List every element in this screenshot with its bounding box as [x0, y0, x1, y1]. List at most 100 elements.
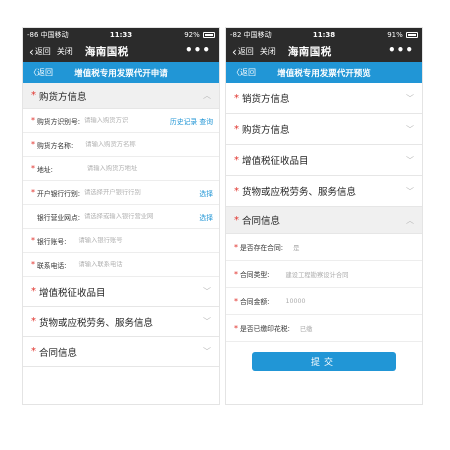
section-label: 货物或应税劳务、服务信息 — [242, 187, 357, 198]
wechat-title: 海南国税 — [84, 46, 129, 58]
wechat-back-button[interactable]: ‹ 返回 — [29, 46, 51, 58]
submit-area: 提交 — [226, 342, 422, 371]
field-label: 地址: — [37, 165, 53, 174]
right-phone-screen: -82 中国移动 11:38 91% ‹ 返回 关闭 海南国税 ••• 〈返回 … — [225, 27, 423, 405]
chevron-up-icon: ︿ — [406, 215, 414, 225]
field-buyer-name: * 购货方名称: — [23, 133, 219, 157]
chevron-down-icon: ﹀ — [406, 186, 414, 196]
required-mark: * — [234, 92, 239, 104]
battery-icon — [203, 31, 215, 38]
wechat-back-button[interactable]: ‹ 返回 — [232, 46, 254, 58]
field-phone: * 联系电话: — [23, 253, 219, 277]
status-bar: -82 中国移动 11:38 91% — [226, 28, 422, 41]
address-input[interactable] — [86, 165, 213, 172]
field-bank-type: * 开户银行行别: 选择 — [23, 181, 219, 205]
section-contract-info[interactable]: * 合同信息 ﹀ — [23, 337, 219, 367]
chevron-down-icon: ﹀ — [406, 124, 414, 134]
history-query-link[interactable]: 历史记录 查询 — [170, 116, 213, 126]
wechat-nav-bar: ‹ 返回 关闭 海南国税 ••• — [226, 41, 422, 62]
stamp-tax-value: 已缴 — [299, 325, 313, 333]
bank-account-input[interactable] — [78, 237, 213, 244]
page-header: 〈返回 增值税专用发票代开申请 — [23, 62, 219, 83]
contract-type-value: 建设工程勘察设计合同 — [285, 271, 349, 279]
field-stamp-tax-paid: * 是否已缴印花税: 已缴 — [226, 315, 422, 342]
section-buyer-info[interactable]: * 购货方信息 ﹀ — [226, 114, 422, 145]
wechat-close-button[interactable]: 关闭 — [57, 46, 73, 57]
more-icon[interactable]: ••• — [185, 44, 211, 56]
field-label: 合同类型: — [240, 271, 270, 279]
page-back-button[interactable]: 〈返回 — [23, 67, 53, 78]
chevron-down-icon: ﹀ — [203, 347, 211, 356]
field-label: 银行营业网点: — [37, 213, 81, 222]
section-contract-info[interactable]: * 合同信息 ︿ — [226, 207, 422, 234]
page-header: 〈返回 增值税专用发票代开预览 — [226, 62, 422, 83]
section-goods-services[interactable]: * 货物或应税劳务、服务信息 ﹀ — [226, 176, 422, 207]
chevron-down-icon: ﹀ — [203, 287, 211, 296]
required-mark: * — [234, 185, 239, 197]
section-label: 货物或应税劳务、服务信息 — [39, 317, 154, 329]
select-bank-type-button[interactable]: 选择 — [199, 188, 213, 198]
chevron-up-icon: ︿ — [203, 91, 211, 100]
field-contract-amount: * 合同金额: 10000 — [226, 288, 422, 315]
status-bar: -86 中国移动 11:33 92% — [23, 28, 219, 41]
section-label: 销货方信息 — [242, 94, 290, 105]
has-contract-value: 是 — [293, 244, 300, 252]
field-label: 联系电话: — [37, 261, 67, 270]
buyer-name-input[interactable] — [85, 141, 213, 148]
section-label: 增值税征收品目 — [39, 287, 106, 299]
wechat-nav-bar: ‹ 返回 关闭 海南国税 ••• — [23, 41, 219, 62]
section-label: 购货方信息 — [242, 125, 290, 136]
chevron-left-icon: ‹ — [29, 44, 34, 59]
chevron-left-icon: 〈 — [29, 68, 37, 77]
required-mark: * — [234, 123, 239, 135]
submit-button[interactable]: 提交 — [252, 352, 396, 371]
more-icon[interactable]: ••• — [388, 44, 414, 56]
wechat-title: 海南国税 — [287, 46, 332, 58]
section-vat-item[interactable]: * 增值税征收品目 ﹀ — [23, 277, 219, 307]
field-label: 购货方名称: — [37, 141, 74, 150]
section-label: 合同信息 — [39, 347, 78, 359]
required-mark: * — [234, 214, 239, 226]
phone-input[interactable] — [78, 261, 213, 268]
field-label: 是否已缴印花税: — [240, 325, 290, 333]
field-label: 是否存在合同: — [240, 244, 284, 252]
field-bank-branch: 银行营业网点: 选择 — [23, 205, 219, 229]
wechat-back-label: 返回 — [237, 47, 254, 56]
field-address: * 地址: — [23, 157, 219, 181]
select-bank-branch-button[interactable]: 选择 — [199, 212, 213, 222]
field-label: 银行账号: — [37, 237, 67, 246]
section-buyer-info[interactable]: * 购货方信息 ︿ — [23, 83, 219, 109]
bank-type-input[interactable] — [84, 189, 197, 196]
field-buyer-tax-id: * 购货方识别号: 历史记录 查询 — [23, 109, 219, 133]
required-mark: * — [31, 90, 36, 101]
wechat-back-label: 返回 — [34, 47, 51, 56]
required-mark: * — [234, 154, 239, 166]
left-phone-screen: -86 中国移动 11:33 92% ‹ 返回 关闭 海南国税 ••• 〈返回 … — [22, 27, 220, 405]
wechat-close-button[interactable]: 关闭 — [260, 46, 276, 57]
field-bank-account: * 银行账号: — [23, 229, 219, 253]
section-seller-info[interactable]: * 销货方信息 ﹀ — [226, 83, 422, 114]
battery-icon — [406, 31, 418, 38]
status-time: 11:33 — [109, 30, 133, 39]
field-label: 购货方识别号: — [37, 117, 81, 126]
chevron-down-icon: ﹀ — [406, 93, 414, 103]
chevron-down-icon: ﹀ — [406, 155, 414, 165]
required-mark: * — [31, 346, 36, 357]
section-vat-item[interactable]: * 增值税征收品目 ﹀ — [226, 145, 422, 176]
chevron-left-icon: 〈 — [232, 68, 240, 77]
section-label: 增值税征收品目 — [242, 156, 309, 167]
field-contract-type: * 合同类型: 建设工程勘察设计合同 — [226, 261, 422, 288]
page-back-label: 返回 — [37, 68, 53, 77]
field-label: 合同金额: — [240, 298, 270, 306]
section-goods-services[interactable]: * 货物或应税劳务、服务信息 ﹀ — [23, 307, 219, 337]
bank-branch-input[interactable] — [84, 213, 197, 220]
page-back-button[interactable]: 〈返回 — [226, 67, 256, 78]
section-label: 合同信息 — [242, 216, 281, 227]
required-mark: * — [31, 286, 36, 297]
chevron-left-icon: ‹ — [232, 44, 237, 59]
page-back-label: 返回 — [240, 68, 256, 77]
buyer-tax-id-input[interactable] — [84, 117, 168, 124]
section-label: 购货方信息 — [39, 91, 87, 103]
field-has-contract: * 是否存在合同: 是 — [226, 234, 422, 261]
status-time: 11:38 — [312, 30, 336, 39]
